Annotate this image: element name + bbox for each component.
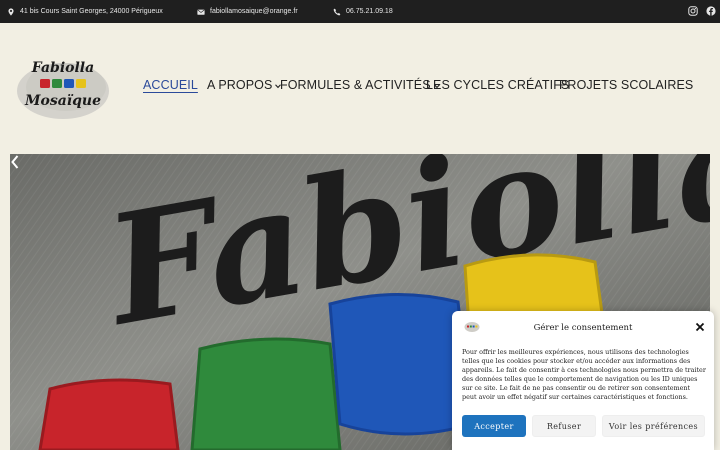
phone-icon — [333, 8, 341, 15]
map-pin-icon — [8, 7, 14, 16]
refuse-button[interactable]: Refuser — [532, 415, 596, 437]
close-icon[interactable] — [695, 322, 705, 332]
nav-label-projets-scolaires[interactable]: PROJETS SCOLAIRES — [559, 78, 693, 92]
phone-item[interactable]: 06.75.21.09.18 — [333, 0, 393, 23]
logo-line1: Fabiolla — [31, 60, 94, 76]
nav-label-a-propos[interactable]: A PROPOS — [207, 78, 272, 92]
nav-item-projets-scolaires[interactable]: PROJETS SCOLAIRES — [559, 78, 693, 92]
logo-line2: Mosaïque — [24, 93, 101, 109]
preferences-button[interactable]: Voir les préférences — [602, 415, 705, 437]
consent-body: Pour offrir les meilleures expériences, … — [462, 348, 706, 402]
chevron-left-icon[interactable] — [10, 154, 20, 170]
consent-title: Gérer le consentement — [533, 323, 633, 333]
phone-link[interactable]: 06.75.21.09.18 — [346, 8, 393, 15]
nav-label-cycles-creatifs[interactable]: LES CYCLES CRÉATIFS — [426, 78, 569, 92]
site-logo[interactable]: Fabiolla Mosaïque — [14, 53, 112, 123]
address-text: 41 bis Cours Saint Georges, 24000 Périgu… — [20, 8, 163, 15]
nav-item-cycles-creatifs[interactable]: LES CYCLES CRÉATIFS — [426, 78, 569, 92]
nav-item-formules-activites[interactable]: FORMULES & ACTIVITÉS — [280, 78, 440, 92]
nav-label-accueil[interactable]: ACCUEIL — [143, 78, 198, 92]
nav-item-a-propos[interactable]: A PROPOS — [207, 78, 282, 92]
top-bar: 41 bis Cours Saint Georges, 24000 Périgu… — [0, 0, 720, 23]
email-item[interactable]: fabiollamosaique@orange.fr — [197, 0, 298, 23]
envelope-icon — [197, 9, 205, 15]
instagram-icon[interactable] — [688, 6, 698, 16]
accept-button[interactable]: Accepter — [462, 415, 526, 437]
address-item: 41 bis Cours Saint Georges, 24000 Périgu… — [7, 0, 163, 23]
nav-item-accueil[interactable]: ACCUEIL — [143, 78, 198, 92]
nav-label-formules-activites[interactable]: FORMULES & ACTIVITÉS — [280, 78, 431, 92]
cookie-consent-dialog: Gérer le consentement Pour offrir les me… — [452, 311, 714, 450]
site-header: Fabiolla Mosaïque ACCUEIL A PROPOS FORMU… — [0, 23, 720, 154]
email-link[interactable]: fabiollamosaique@orange.fr — [210, 8, 298, 15]
facebook-icon[interactable] — [706, 6, 716, 16]
